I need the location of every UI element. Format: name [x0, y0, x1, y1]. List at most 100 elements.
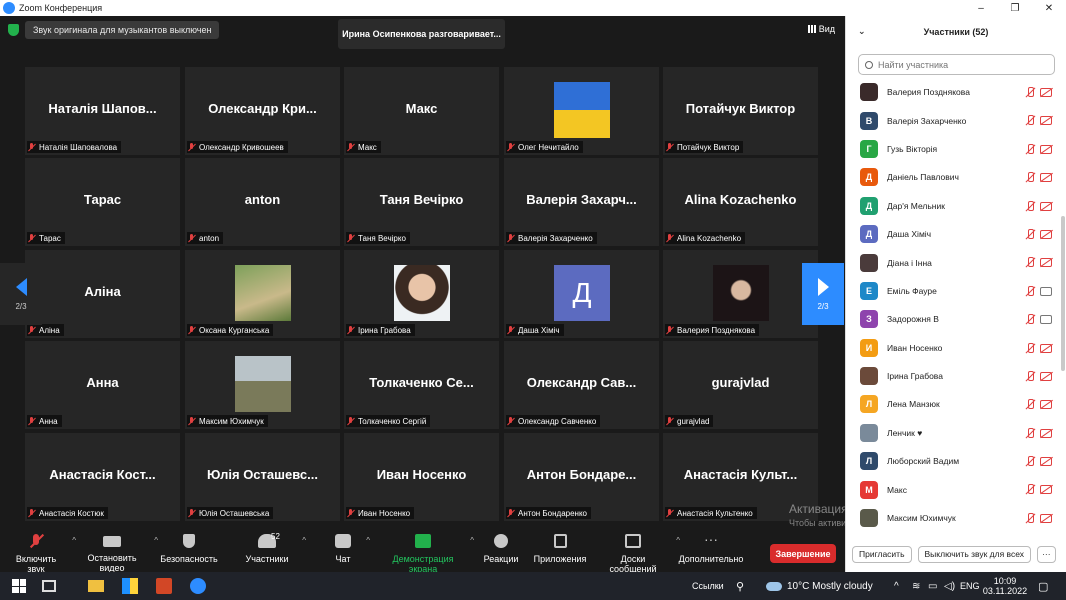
stop-video-button[interactable]: Остановить видео ^: [76, 534, 158, 573]
participants-button[interactable]: 52 Участники ^: [238, 532, 307, 564]
apps-button[interactable]: Приложения: [532, 534, 588, 564]
video-tile[interactable]: Олег Нечитайло: [504, 67, 659, 155]
video-tile[interactable]: Олександр Сав... Олександр Савченко: [504, 341, 659, 429]
security-button[interactable]: Безопасность: [160, 534, 218, 564]
mute-all-button[interactable]: Выключить звук для всех: [917, 545, 1032, 563]
participant-row[interactable]: Д Даша Хіміч: [846, 220, 1058, 248]
cloud-icon: [766, 581, 782, 591]
participant-row[interactable]: Валерия Позднякова: [846, 78, 1058, 106]
invite-button[interactable]: Пригласить: [852, 545, 912, 563]
video-tile[interactable]: Д Даша Хіміч: [504, 250, 659, 338]
reactions-button[interactable]: Реакции: [482, 534, 520, 564]
mic-muted-icon: [1024, 456, 1035, 467]
tile-name-label: Валерия Позднякова: [665, 324, 760, 336]
video-tile[interactable]: Толкаченко Се... Толкаченко Сергій: [344, 341, 499, 429]
windows-start-icon[interactable]: [12, 579, 26, 593]
participant-name: Даніель Павлович: [887, 172, 959, 183]
video-tile[interactable]: Тарас Тарас: [25, 158, 180, 246]
chevron-up-icon[interactable]: ^: [470, 536, 474, 545]
video-tile[interactable]: Наталія Шапов... Наталія Шаповалова: [25, 67, 180, 155]
video-tile[interactable]: anton anton: [185, 158, 340, 246]
participant-row[interactable]: Ленчик ♥: [846, 419, 1058, 447]
video-tile[interactable]: Юлія Осташевс... Юлія Осташевська: [185, 433, 340, 521]
participant-search-input[interactable]: [878, 59, 1048, 70]
video-tile[interactable]: Антон Бондаре... Антон Бондаренко: [504, 433, 659, 521]
mic-muted-icon: [1024, 143, 1035, 155]
share-screen-button[interactable]: Демонстрация экрана ^: [378, 534, 474, 574]
participant-row[interactable]: М Макс: [846, 475, 1058, 503]
video-tile[interactable]: Максим Юхимчук: [185, 341, 340, 429]
video-tile[interactable]: Валерия Позднякова: [663, 250, 818, 338]
person-search-icon[interactable]: ⚲: [736, 572, 744, 600]
chat-button[interactable]: Чат ^: [326, 534, 370, 564]
tray-chevron-icon[interactable]: ^: [894, 572, 899, 600]
notifications-icon[interactable]: ▢: [1038, 572, 1048, 600]
chevron-up-icon[interactable]: ^: [366, 536, 370, 545]
chevron-down-icon[interactable]: ⌄: [858, 26, 866, 37]
video-tile[interactable]: Таня Вечірко Таня Вечірко: [344, 158, 499, 246]
tile-name-label: Олександр Савченко: [506, 415, 601, 427]
clock[interactable]: 10:09 03.11.2022: [983, 572, 1027, 600]
video-tile[interactable]: Анна Анна: [25, 341, 180, 429]
panel-scrollbar[interactable]: [1061, 216, 1065, 371]
participant-row[interactable]: Д Дар'я Мельник: [846, 192, 1058, 220]
wifi-icon[interactable]: ≋: [912, 572, 920, 600]
participant-row[interactable]: Г Гузь Вікторія: [846, 135, 1058, 163]
tile-name-label: Толкаченко Сергій: [346, 415, 431, 427]
display-icon[interactable]: ▭: [928, 572, 937, 600]
powerpoint-icon[interactable]: [156, 578, 172, 594]
participant-row[interactable]: Максим Юхимчук: [846, 504, 1058, 532]
video-tile[interactable]: gurajvlad gurajvlad: [663, 341, 818, 429]
weather-widget[interactable]: 10°C Mostly cloudy: [766, 572, 873, 600]
chevron-up-icon[interactable]: ^: [302, 536, 306, 545]
video-tile[interactable]: Alina Kozachenko Alina Kozachenko: [663, 158, 818, 246]
next-page-button[interactable]: 2/3: [802, 263, 844, 325]
file-explorer-icon[interactable]: [88, 580, 104, 592]
participant-row[interactable]: Д Даніель Павлович: [846, 163, 1058, 191]
video-tile[interactable]: Ірина Грабова: [344, 250, 499, 338]
video-tile[interactable]: Иван Носенко Иван Носенко: [344, 433, 499, 521]
close-button[interactable]: ✕: [1032, 3, 1066, 14]
links-toolbar[interactable]: Ссылки: [692, 572, 724, 600]
participant-row[interactable]: В Валерія Захарченко: [846, 106, 1058, 134]
participant-row[interactable]: З Задорожня В: [846, 305, 1058, 333]
maximize-button[interactable]: ❐: [998, 3, 1032, 14]
video-tile[interactable]: Макс Макс: [344, 67, 499, 155]
language-indicator[interactable]: ENG: [960, 572, 980, 600]
video-tile[interactable]: Оксана Курганська: [185, 250, 340, 338]
store-icon[interactable]: [122, 578, 138, 594]
video-tile[interactable]: Валерія Захарч... Валерія Захарченко: [504, 158, 659, 246]
shield-icon[interactable]: [8, 24, 19, 36]
video-tile[interactable]: Аліна Аліна: [25, 250, 180, 338]
participant-name: Гузь Вікторія: [887, 143, 938, 154]
video-tile[interactable]: Анастасія Кост... Анастасія Костюк: [25, 433, 180, 521]
end-meeting-button[interactable]: Завершение: [770, 544, 836, 563]
participant-search[interactable]: [858, 54, 1055, 75]
avatar: Л: [860, 452, 878, 471]
video-tile[interactable]: Олександр Кри... Олександр Кривошеев: [185, 67, 340, 155]
zoom-taskbar-icon[interactable]: [190, 578, 206, 594]
participant-row[interactable]: Л Лена Манзюк: [846, 390, 1058, 418]
participant-row[interactable]: Е Еміль Фауре: [846, 277, 1058, 305]
video-off-icon: [1040, 229, 1052, 239]
prev-page-button[interactable]: 2/3: [0, 263, 42, 325]
tile-name-label: Даша Хіміч: [506, 324, 564, 336]
task-view-icon[interactable]: [42, 580, 56, 592]
whiteboard-button[interactable]: Доски сообщений ^: [596, 534, 680, 574]
unmute-button[interactable]: Включить звук ^: [6, 534, 76, 574]
chevron-up-icon[interactable]: ^: [154, 536, 158, 545]
video-on-icon: [1040, 315, 1052, 325]
participant-row[interactable]: Ірина Грабова: [846, 362, 1058, 390]
speaker-icon[interactable]: ◁): [944, 572, 955, 600]
participant-row[interactable]: Л Люборский Вадим: [846, 447, 1058, 475]
participant-row[interactable]: И Иван Носенко: [846, 334, 1058, 362]
view-button[interactable]: Вид: [807, 24, 835, 34]
tile-name-label: Анастасія Костюк: [27, 507, 108, 519]
panel-more-button[interactable]: ···: [1037, 545, 1056, 563]
minimize-button[interactable]: –: [964, 3, 998, 14]
more-button[interactable]: ··· Дополнительно: [678, 532, 744, 564]
video-off-icon: [1040, 88, 1052, 97]
tile-participant-name: gurajvlad: [677, 416, 710, 426]
video-tile[interactable]: Потайчук Виктор Потайчук Виктор: [663, 67, 818, 155]
participant-row[interactable]: Діана і Інна: [846, 248, 1058, 276]
